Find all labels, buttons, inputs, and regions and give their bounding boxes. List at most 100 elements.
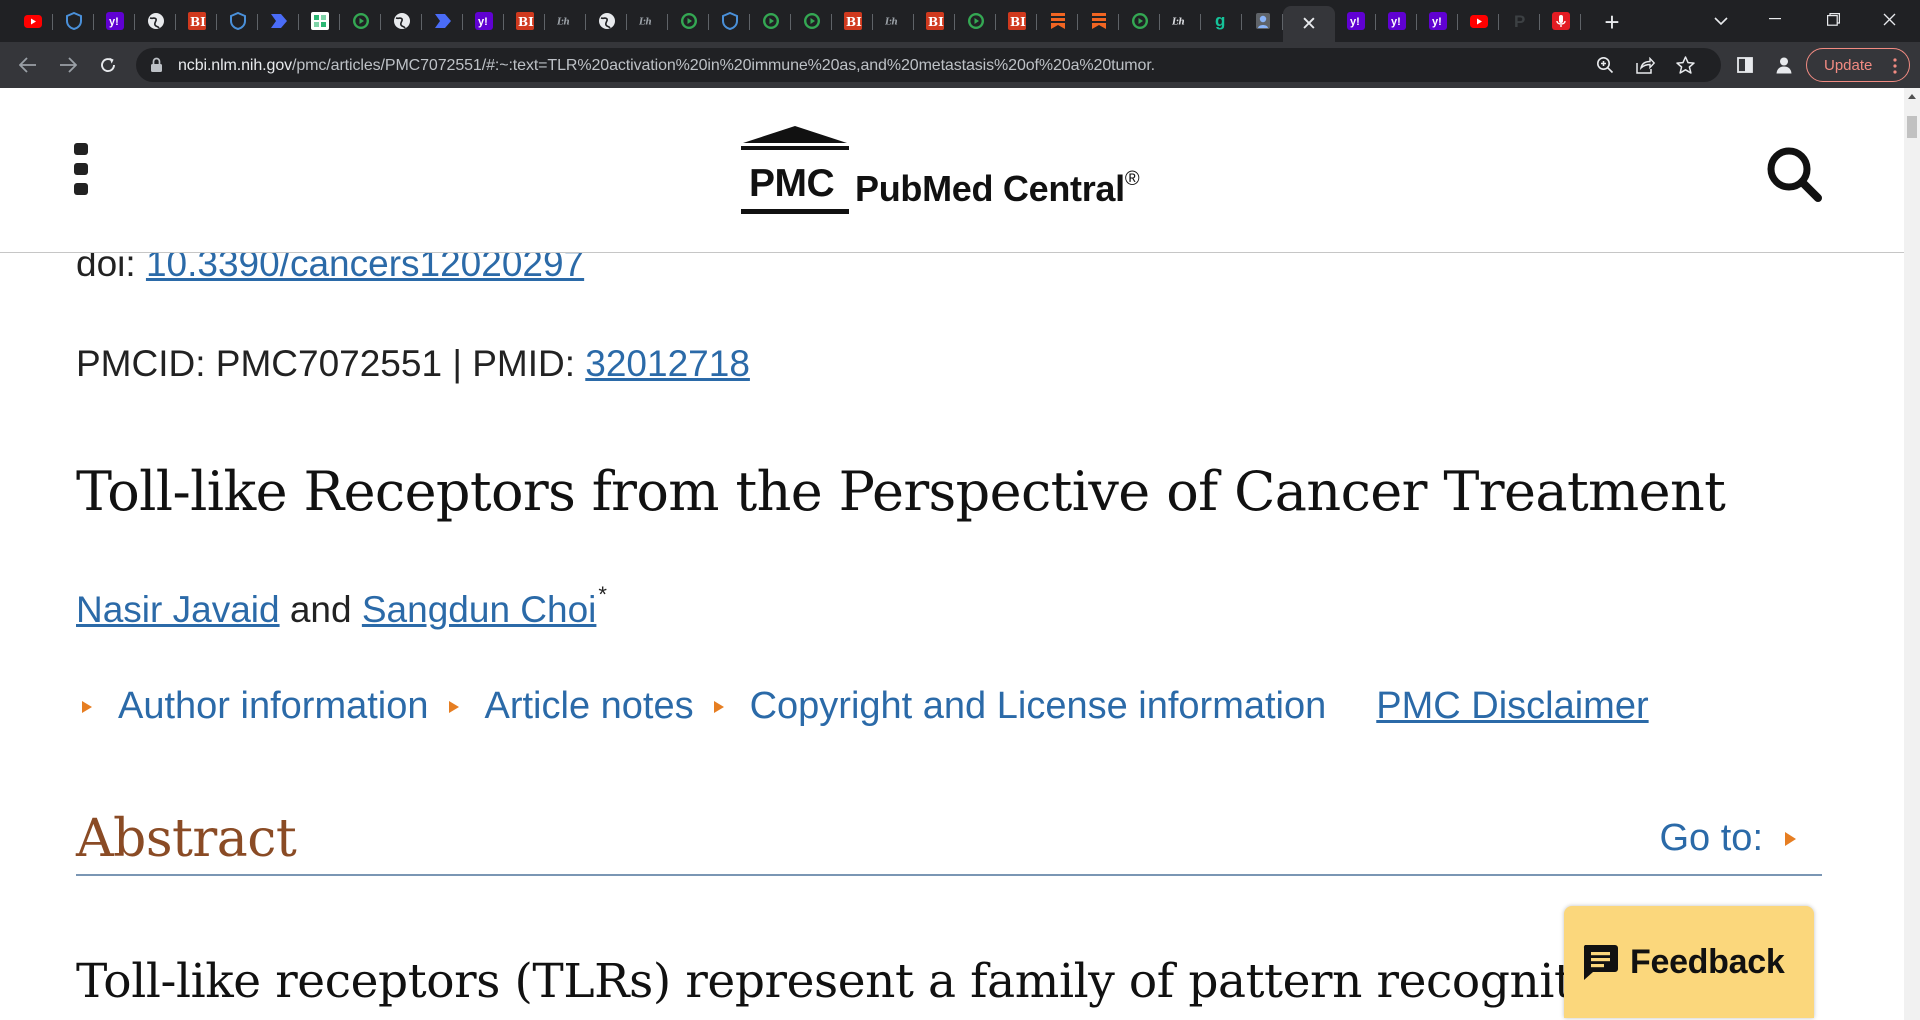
- browser-tab[interactable]: y!: [1376, 6, 1417, 36]
- browser-tab[interactable]: [750, 6, 791, 36]
- menu-button[interactable]: [74, 143, 88, 195]
- author-information-toggle[interactable]: Author information: [82, 685, 429, 728]
- back-button[interactable]: [14, 51, 42, 79]
- registered-mark: ®: [1124, 168, 1140, 190]
- browser-tab[interactable]: [955, 6, 996, 36]
- globe-icon: [598, 12, 616, 30]
- goto-menu[interactable]: Go to:: [1660, 817, 1796, 860]
- new-tab-button[interactable]: +: [1598, 8, 1626, 36]
- side-panel-button[interactable]: [1731, 51, 1759, 79]
- browser-tab[interactable]: [709, 6, 750, 36]
- pmid-link[interactable]: 32012718: [585, 343, 750, 384]
- browser-tab[interactable]: BI: [176, 6, 217, 36]
- author-link-choi[interactable]: Sangdun Choi: [362, 589, 597, 630]
- browser-tab[interactable]: [53, 6, 94, 36]
- globe-icon: [393, 12, 411, 30]
- scrollbar-thumb[interactable]: [1907, 116, 1917, 138]
- page-scrollbar[interactable]: [1904, 88, 1920, 1020]
- more-vertical-icon: [1893, 58, 1897, 74]
- scroll-up-arrow-icon[interactable]: [1908, 94, 1916, 99]
- browser-tab[interactable]: [217, 6, 258, 36]
- bookmark-star-button[interactable]: [1674, 54, 1696, 76]
- pmc-logo[interactable]: PMC PubMed Central®: [741, 126, 1140, 216]
- browser-tab[interactable]: P: [1499, 6, 1540, 36]
- search-button[interactable]: [1764, 144, 1824, 204]
- play-circle-icon: [803, 12, 821, 30]
- business-insider-icon: BI: [515, 12, 534, 30]
- pmcid-label: PMCID: PMC7072551 | PMID:: [76, 343, 586, 384]
- tab-search-button[interactable]: [1707, 8, 1735, 34]
- browser-tab[interactable]: [340, 6, 381, 36]
- profile-button[interactable]: [1770, 51, 1798, 79]
- update-button[interactable]: Update: [1806, 48, 1910, 82]
- abstract-section-header: Abstract Go to:: [76, 809, 1822, 876]
- browser-tab[interactable]: [1119, 6, 1160, 36]
- browser-tab[interactable]: [12, 6, 53, 36]
- minimize-button[interactable]: [1752, 0, 1798, 38]
- article-title: Toll-like Receptors from the Perspective…: [76, 460, 1726, 523]
- browser-tab[interactable]: [1540, 6, 1581, 36]
- yahoo-icon: y!: [1387, 12, 1406, 30]
- browser-tab[interactable]: y!: [1335, 6, 1376, 36]
- address-bar[interactable]: ncbi.nlm.nih.gov/pmc/articles/PMC7072551…: [136, 48, 1721, 82]
- browser-tab[interactable]: [258, 6, 299, 36]
- browser-tab[interactable]: [1037, 6, 1078, 36]
- author-joiner: and: [289, 589, 352, 630]
- article-notes-toggle[interactable]: Article notes: [448, 685, 694, 728]
- browser-tab[interactable]: y!: [463, 6, 504, 36]
- share-button[interactable]: [1634, 54, 1656, 76]
- browser-tab[interactable]: g: [1201, 6, 1242, 36]
- browser-tab[interactable]: y!: [1417, 6, 1458, 36]
- browser-tab[interactable]: [1458, 6, 1499, 36]
- feedback-button[interactable]: Feedback: [1564, 906, 1814, 1018]
- svg-text:Ŀh: Ŀh: [885, 18, 898, 28]
- svg-text:y!: y!: [1350, 16, 1360, 28]
- browser-tab[interactable]: [668, 6, 709, 36]
- play-circle-icon: [762, 12, 780, 30]
- browser-tab[interactable]: Ŀh: [873, 6, 914, 36]
- browser-tab[interactable]: [422, 6, 463, 36]
- article-info-links: Author information Article notes Copyrig…: [82, 685, 1649, 728]
- update-label: Update: [1824, 56, 1873, 74]
- svg-text:BI: BI: [190, 15, 206, 29]
- pmc-disclaimer-link[interactable]: PMC Disclaimer: [1376, 685, 1648, 728]
- browser-tab[interactable]: [381, 6, 422, 36]
- shield-icon: [65, 12, 83, 30]
- browser-tab[interactable]: Ŀh: [627, 6, 668, 36]
- browser-tab[interactable]: y!: [94, 6, 135, 36]
- browser-tab[interactable]: [299, 6, 340, 36]
- browser-tab[interactable]: BI: [914, 6, 955, 36]
- browser-tab[interactable]: [791, 6, 832, 36]
- browser-tab[interactable]: BI: [504, 6, 545, 36]
- browser-tab[interactable]: BI: [996, 6, 1037, 36]
- play-circle-icon: [967, 12, 985, 30]
- browser-tab[interactable]: Ŀh: [545, 6, 586, 36]
- triangle-right-icon: [82, 700, 92, 713]
- forward-button[interactable]: [54, 51, 82, 79]
- close-tab-icon[interactable]: ✕: [1301, 15, 1317, 34]
- url-host: ncbi.nlm.nih.gov: [178, 57, 293, 74]
- zoom-button[interactable]: [1594, 54, 1616, 76]
- feedback-label: Feedback: [1630, 942, 1785, 981]
- browser-tab-strip: y! BI y! BI Ŀh Ŀh BI Ŀh BI BI Ŀh g ✕ y! y! y! P +: [0, 0, 1920, 42]
- browser-tab[interactable]: [586, 6, 627, 36]
- copyright-toggle[interactable]: Copyright and License information: [713, 685, 1326, 728]
- bookmark-ribbon-icon: [1090, 12, 1108, 30]
- browser-tab[interactable]: [135, 6, 176, 36]
- browser-tab[interactable]: [1078, 6, 1119, 36]
- browser-tab[interactable]: BI: [832, 6, 873, 36]
- bookmark-ribbon-icon: [1049, 12, 1067, 30]
- browser-tab[interactable]: [1242, 6, 1283, 36]
- reload-button[interactable]: [94, 51, 122, 79]
- active-tab[interactable]: ✕: [1283, 6, 1335, 42]
- restore-button[interactable]: [1810, 0, 1856, 38]
- browser-tab[interactable]: Ŀh: [1160, 6, 1201, 36]
- page-viewport: PMC PubMed Central® doi: 10.3390/cancers…: [0, 88, 1904, 1020]
- svg-text:Ŀh: Ŀh: [557, 18, 570, 28]
- close-window-button[interactable]: [1866, 0, 1912, 38]
- letter-p-icon: P: [1511, 12, 1529, 30]
- triangle-right-icon: [448, 700, 459, 713]
- business-insider-icon: BI: [843, 12, 862, 30]
- author-link-javaid[interactable]: Nasir Javaid: [76, 589, 280, 630]
- svg-text:BI: BI: [846, 15, 862, 29]
